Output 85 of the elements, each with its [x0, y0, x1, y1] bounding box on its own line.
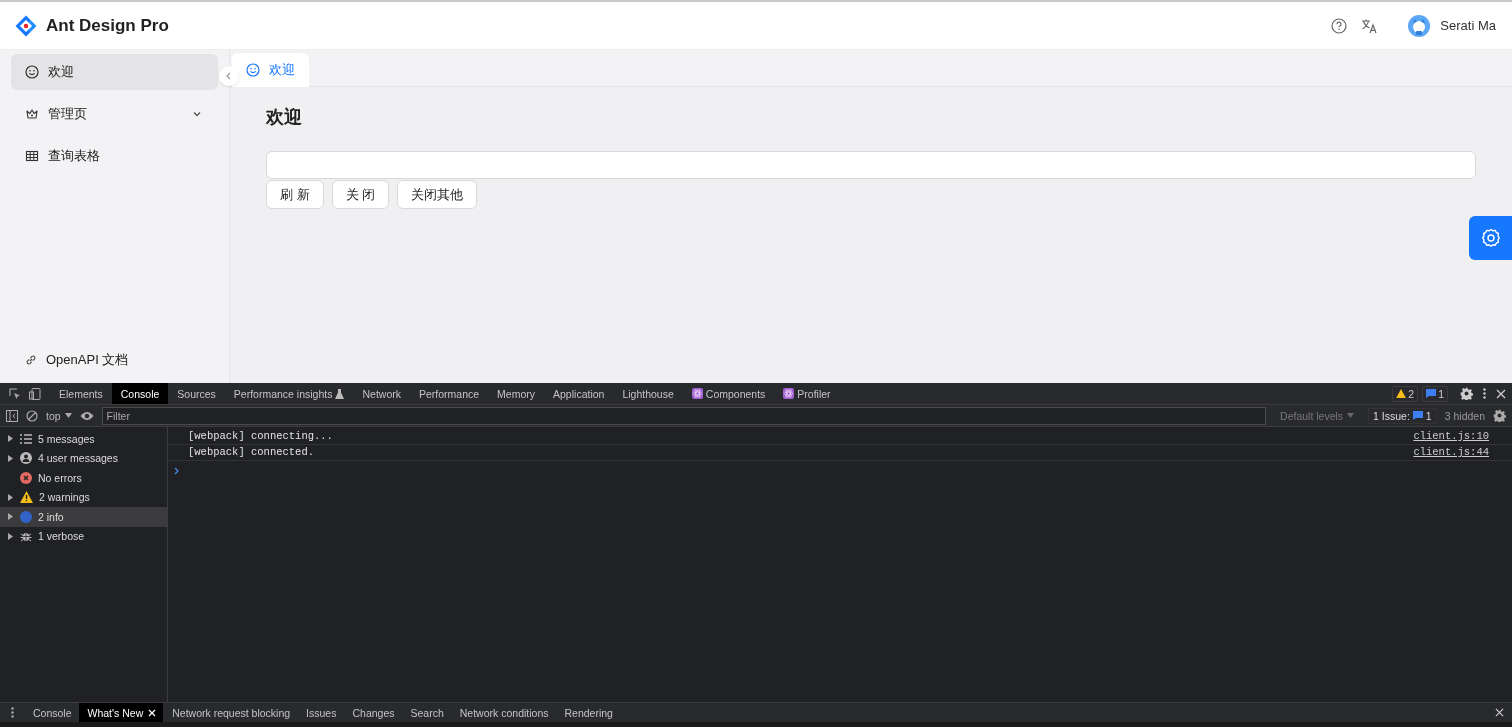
page-tab[interactable]: 欢迎 [232, 53, 309, 87]
input-field[interactable] [266, 151, 1476, 179]
error-icon [20, 471, 32, 484]
logo-icon [14, 13, 38, 38]
react-icon [691, 388, 703, 399]
filter-field[interactable]: Filter [101, 406, 1267, 425]
source-link[interactable]: client.js:10 [1413, 429, 1489, 442]
action-button[interactable]: 刷 新 [266, 180, 324, 209]
settings-button[interactable] [1469, 216, 1512, 260]
table-icon [25, 149, 39, 163]
sidebar-item[interactable]: No errors [0, 468, 167, 488]
settings-icon [1480, 228, 1501, 248]
devtools-tab[interactable]: Sources [168, 383, 225, 404]
devtools-tab[interactable]: Network [353, 383, 410, 404]
context-dropdown[interactable]: top [46, 409, 72, 422]
message-icon [1412, 411, 1423, 420]
issues-button[interactable]: 1 Issue: 1 [1368, 407, 1437, 424]
smile-icon [246, 63, 260, 77]
caret-icon [64, 413, 72, 418]
menu-item[interactable]: 欢迎 [11, 54, 218, 90]
chevron-left-icon [225, 72, 233, 80]
devtools-tab[interactable]: Lighthouse [613, 383, 683, 404]
sidebar-item[interactable]: 4 user messages [0, 448, 167, 468]
drawer-tab[interactable]: What's New [78, 703, 164, 722]
bug-icon [20, 530, 32, 543]
user-icon [20, 452, 32, 465]
page-title: 欢迎 [266, 106, 303, 129]
hidden-count: 3 hidden [1444, 409, 1485, 422]
drawer-tab[interactable]: Console [24, 703, 79, 722]
devtools-tab[interactable]: Application [544, 383, 614, 404]
eye-icon[interactable] [79, 410, 94, 421]
message-badge[interactable]: 1 [1422, 385, 1448, 402]
sidebar-item[interactable]: 1 verbose [0, 526, 167, 546]
action-button[interactable]: 关闭其他 [397, 180, 478, 209]
flask-icon [335, 388, 345, 399]
devtools-tab[interactable]: Components [682, 383, 775, 404]
more-icon[interactable] [11, 707, 14, 718]
avatar-icon[interactable] [1408, 14, 1431, 37]
devtools-tab[interactable]: Console [111, 383, 169, 404]
settings-icon[interactable] [1493, 409, 1506, 422]
sidebar-item[interactable]: 2 warnings [0, 487, 167, 507]
inspect-icon[interactable] [9, 387, 21, 400]
drawer-tab[interactable]: Issues [297, 703, 344, 722]
drawer-tab[interactable]: Network request blocking [163, 703, 298, 722]
sidebar-item[interactable]: 2 info [0, 507, 167, 527]
drawer-tab[interactable]: Network conditions [450, 703, 556, 722]
more-icon[interactable] [1483, 388, 1486, 399]
devtools-tab[interactable]: Memory [488, 383, 545, 404]
close-icon[interactable] [1495, 708, 1504, 717]
devtools-tab[interactable]: Performance insights [224, 383, 354, 404]
openapi-link[interactable]: OpenAPI 文档 [11, 345, 218, 375]
help-icon[interactable] [1331, 17, 1348, 34]
devtools-tab[interactable]: Elements [50, 383, 112, 404]
menu-item[interactable]: 管理页 [11, 96, 218, 132]
devtools-tab[interactable]: Performance [410, 383, 489, 404]
drawer-tab[interactable]: Rendering [555, 703, 620, 722]
message-icon [1426, 389, 1437, 398]
drawer-tab[interactable]: Changes [343, 703, 402, 722]
app-title: Ant Design Pro [46, 15, 169, 36]
menu-item[interactable]: 查询表格 [11, 138, 218, 174]
user-name[interactable]: Serati Ma [1440, 18, 1496, 33]
caret-icon [1347, 413, 1355, 418]
action-button[interactable]: 关 闭 [331, 180, 390, 209]
clear-icon[interactable] [26, 409, 38, 422]
warning-badge[interactable]: 2 [1392, 385, 1419, 402]
source-link[interactable]: client.js:44 [1413, 446, 1489, 459]
settings-icon[interactable] [1460, 387, 1473, 400]
close-icon[interactable] [1496, 388, 1506, 399]
sidebar-item[interactable]: 5 messages [0, 429, 167, 449]
link-icon [25, 354, 37, 366]
warning-icon [1396, 389, 1407, 398]
device-icon[interactable] [29, 387, 41, 400]
info-icon [20, 510, 32, 523]
list-icon [20, 433, 32, 444]
prompt-icon [174, 467, 180, 475]
translate-icon[interactable] [1361, 17, 1379, 34]
warning-icon [20, 491, 33, 504]
console-message: [webpack] connecting... [188, 429, 333, 442]
sidebar-toggle-icon[interactable] [6, 409, 18, 422]
smile-icon [25, 65, 39, 79]
react-icon [783, 388, 795, 399]
devtools-tab[interactable]: Profiler [774, 383, 840, 404]
crown-icon [25, 107, 39, 121]
console-message: [webpack] connected. [188, 446, 315, 459]
drawer-tab[interactable]: Search [401, 703, 451, 722]
